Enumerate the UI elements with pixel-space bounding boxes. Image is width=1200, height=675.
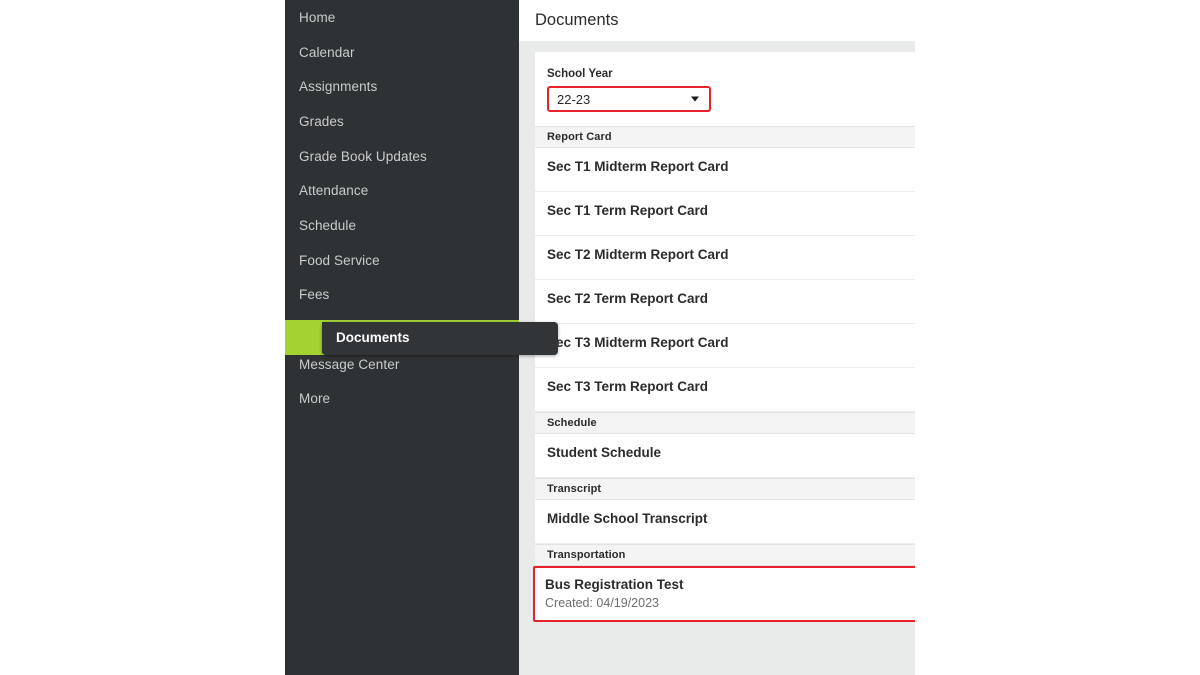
sidebar-item-food-service[interactable]: Food Service	[285, 243, 519, 278]
document-title: Sec T2 Midterm Report Card	[547, 247, 729, 262]
sidebar-item-documents-label: Documents	[336, 330, 410, 345]
sidebar-item-more[interactable]: More	[285, 382, 519, 417]
document-row[interactable]: Sec T1 Term Report Card	[535, 192, 915, 236]
sidebar-item-label: Fees	[299, 287, 330, 303]
document-sections: Report Card Sec T1 Midterm Report Card Sec…	[533, 126, 915, 623]
sidebar-item-label: Schedule	[299, 217, 357, 233]
document-title: Sec T3 Term Report Card	[547, 379, 709, 394]
page-title: Documents	[535, 11, 619, 29]
section-header: Transportation	[535, 544, 915, 566]
sidebar-item-label: Message Center	[299, 356, 400, 372]
document-row[interactable]: Sec T3 Midterm Report Card	[535, 324, 915, 368]
school-year-select[interactable]: 22-23	[547, 86, 711, 112]
document-row[interactable]: Student Schedule	[535, 434, 915, 478]
section-header-text: Transcript	[547, 483, 602, 495]
sidebar-item-grade-book-updates[interactable]: Grade Book Updates	[285, 139, 519, 174]
document-row[interactable]: Bus Registration Test Created: 04/19/2023	[533, 566, 915, 623]
content-panel: Documents School Year 22-23 Report Card S…	[519, 0, 915, 675]
document-title: Student Schedule	[547, 445, 662, 460]
document-title: Sec T3 Midterm Report Card	[547, 335, 729, 350]
active-item-accent-bar	[285, 320, 322, 355]
content-body: School Year 22-23 Report Card Sec T1 Midt…	[519, 41, 915, 675]
sidebar-item-label: Grade Book Updates	[299, 148, 427, 164]
content-header: Documents	[519, 0, 915, 41]
section-header: Report Card	[535, 126, 915, 148]
sidebar-item-label: Food Service	[299, 252, 380, 268]
section-header-text: Schedule	[547, 417, 597, 429]
document-row[interactable]: Sec T3 Term Report Card	[535, 368, 915, 412]
sidebar-item-schedule[interactable]: Schedule	[285, 208, 519, 243]
document-row[interactable]: Sec T2 Midterm Report Card	[535, 236, 915, 280]
school-year-value: 22-23	[557, 91, 591, 107]
document-title: Sec T2 Term Report Card	[547, 291, 709, 306]
document-title: Bus Registration Test	[545, 577, 684, 592]
school-year-filter: School Year 22-23	[535, 52, 915, 126]
sidebar-item-assignments[interactable]: Assignments	[285, 69, 519, 104]
sidebar-item-label: More	[299, 391, 331, 407]
sidebar-item-label: Grades	[299, 113, 344, 129]
sidebar-item-grades[interactable]: Grades	[285, 104, 519, 139]
sidebar-item-documents-flyout[interactable]: Documents	[322, 322, 558, 355]
sidebar-item-calendar[interactable]: Calendar	[285, 35, 519, 70]
sidebar-item-label: Assignments	[299, 79, 378, 95]
section-header-text: Report Card	[547, 131, 612, 143]
document-row[interactable]: Middle School Transcript	[535, 500, 915, 544]
document-created-date: Created: 04/19/2023	[545, 596, 659, 611]
document-row[interactable]: Sec T2 Term Report Card	[535, 280, 915, 324]
chevron-down-icon	[691, 96, 699, 102]
document-title: Middle School Transcript	[547, 511, 708, 526]
document-title: Sec T1 Midterm Report Card	[547, 159, 729, 174]
app-root: Home Calendar Assignments Grades Grade Book …	[0, 0, 1200, 675]
document-row[interactable]: Sec T1 Midterm Report Card	[535, 148, 915, 192]
section-header: Transcript	[535, 478, 915, 500]
document-title: Sec T1 Term Report Card	[547, 203, 709, 218]
sidebar-item-label: Home	[299, 9, 336, 25]
sidebar-item-label: Calendar	[299, 44, 355, 60]
school-year-label: School Year	[547, 68, 613, 80]
sidebar-item-label: Attendance	[299, 183, 369, 199]
sidebar-item-attendance[interactable]: Attendance	[285, 173, 519, 208]
sidebar-item-home[interactable]: Home	[285, 0, 519, 35]
section-header: Schedule	[535, 412, 915, 434]
sidebar-item-fees[interactable]: Fees	[285, 278, 519, 313]
section-header-text: Transportation	[547, 549, 626, 561]
documents-card: School Year 22-23 Report Card Sec T1 Midt…	[533, 52, 915, 623]
